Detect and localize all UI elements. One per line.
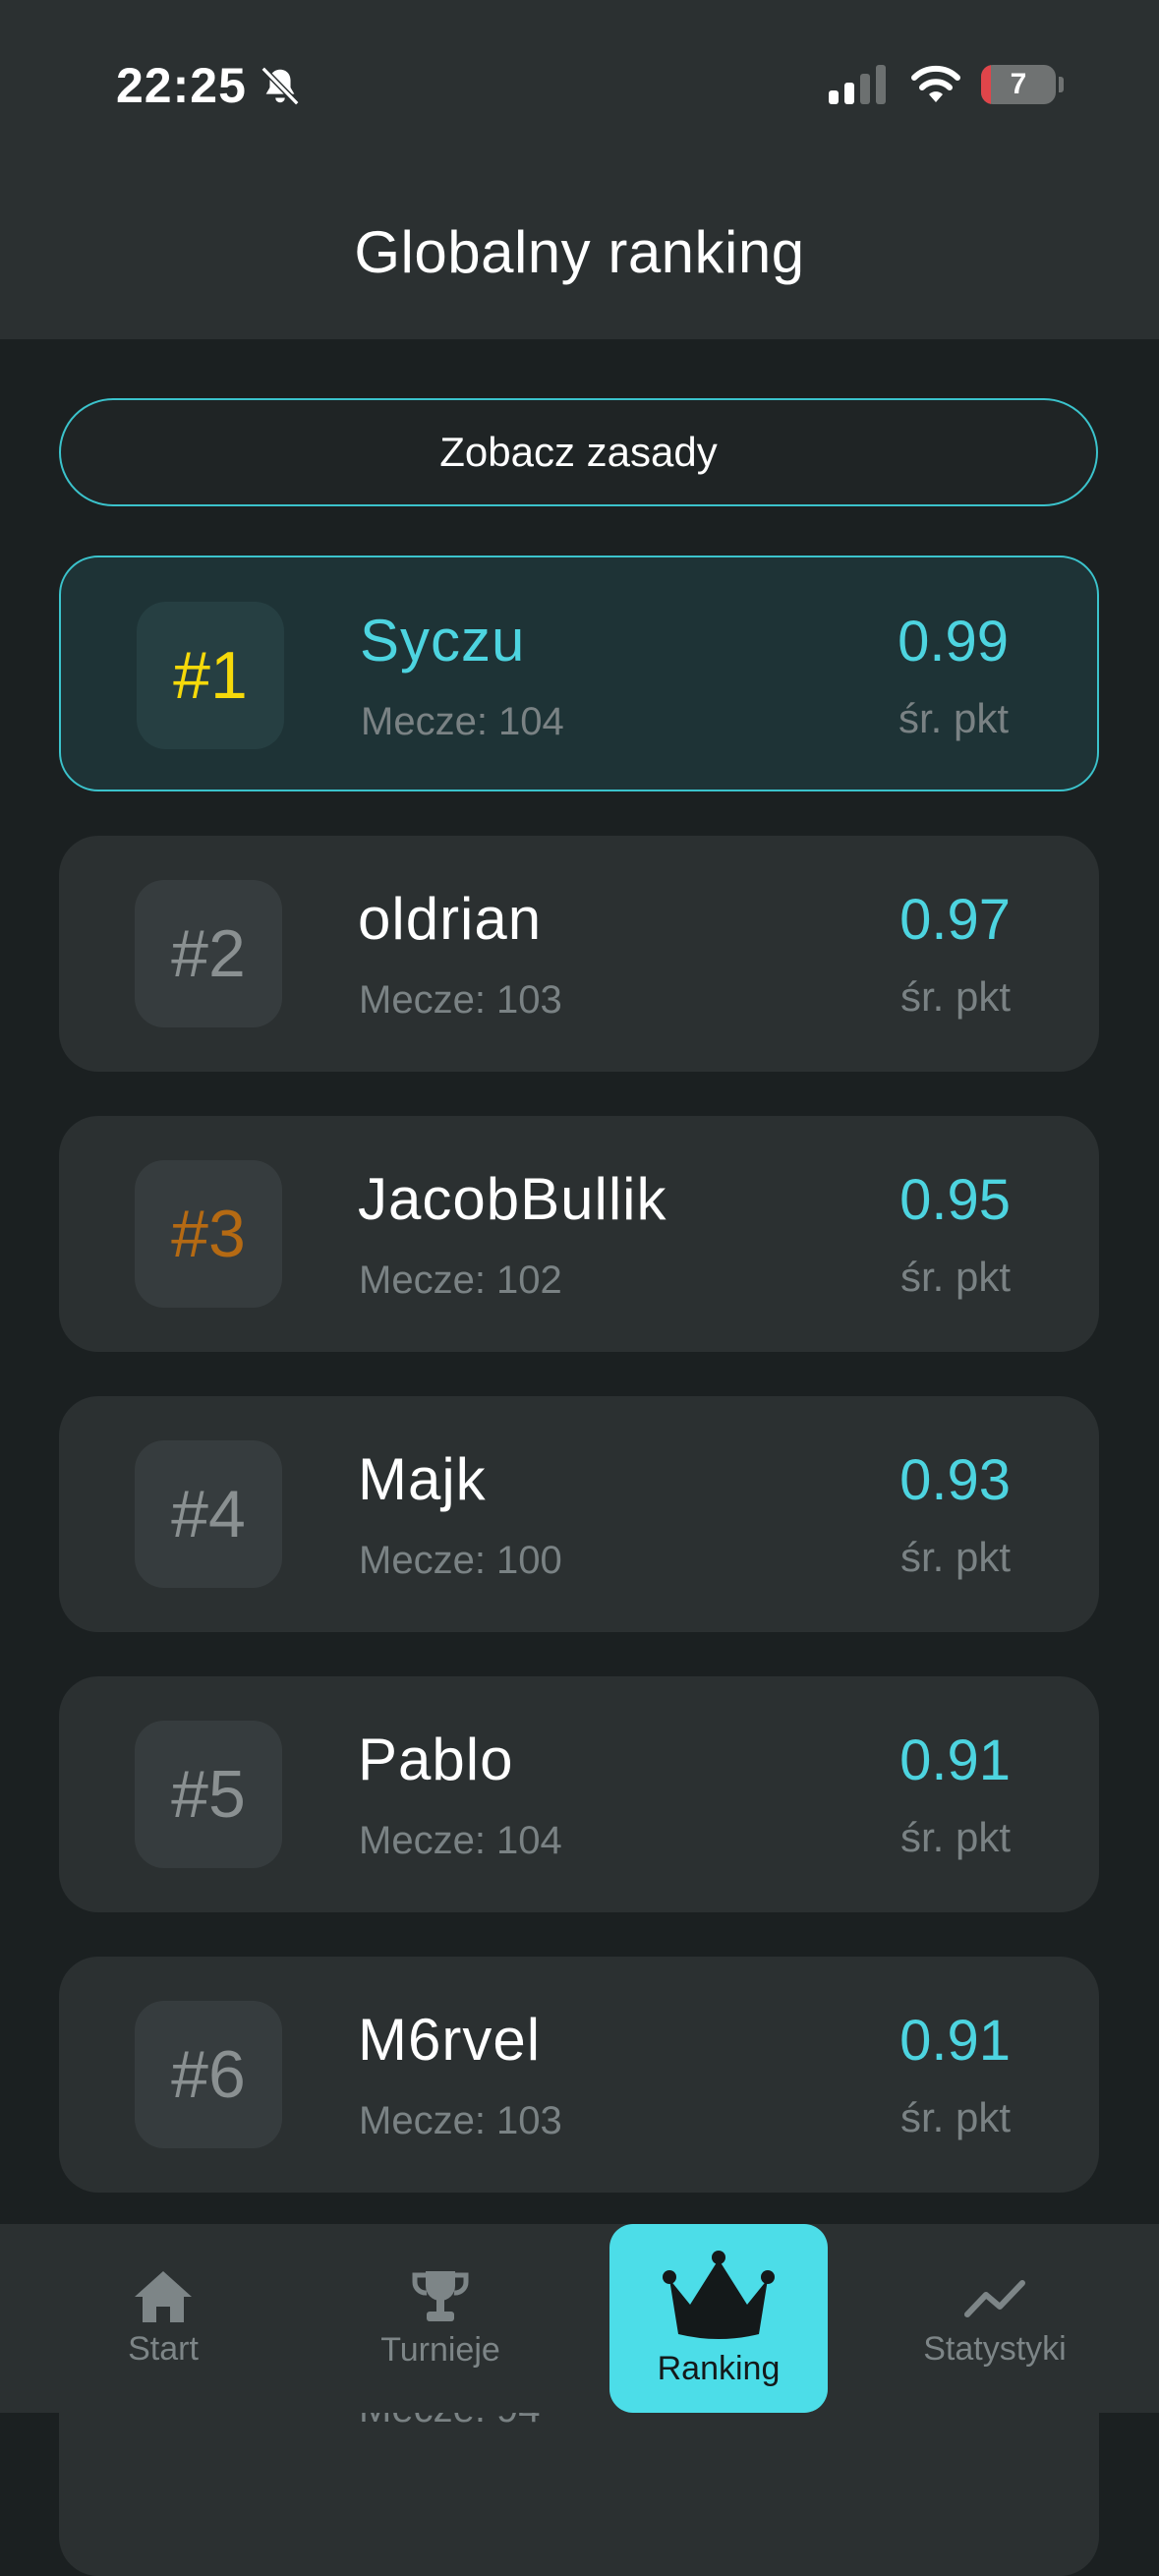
bell-slash-icon (261, 66, 300, 106)
score-label: śr. pkt (899, 1814, 1011, 1860)
score-label: śr. pkt (899, 973, 1011, 1020)
player-name: Pablo (358, 1727, 514, 1792)
nav-item-turnieje[interactable]: Turnieje (342, 2224, 539, 2413)
ranking-row[interactable]: #1 Syczu Mecze: 104 0.99 śr. pkt (59, 556, 1099, 791)
player-matches: Mecze: 103 (359, 2099, 562, 2142)
cellular-signal-icon (829, 65, 886, 104)
rank-badge: #5 (135, 1721, 282, 1868)
player-matches: Mecze: 104 (359, 1819, 562, 1862)
player-matches: Mecze: 104 (361, 700, 564, 743)
nav-item-statystyki[interactable]: Statystyki (897, 2224, 1093, 2413)
ranking-row[interactable]: #6 M6rvel Mecze: 103 0.91 śr. pkt (59, 1957, 1099, 2193)
player-name: JacobBullik (358, 1166, 667, 1232)
rank-badge: #2 (135, 880, 282, 1027)
score-value: 0.93 (899, 1448, 1011, 1512)
score-value: 0.97 (899, 888, 1011, 952)
player-name: Majk (358, 1446, 487, 1512)
battery-cap (1059, 77, 1064, 92)
wifi-icon (911, 65, 960, 102)
nav-label-ranking: Ranking (657, 2349, 781, 2387)
score-label: śr. pkt (899, 1254, 1011, 1300)
ranking-row[interactable]: #2 oldrian Mecze: 103 0.97 śr. pkt (59, 836, 1099, 1072)
battery-icon: 7 (981, 65, 1056, 104)
trophy-icon (412, 2270, 469, 2321)
score-label: śr. pkt (899, 2094, 1011, 2140)
bottom-nav: Start Turnieje Ranking Statystyki (0, 2224, 1159, 2413)
nav-label-statystyki: Statystyki (923, 2329, 1067, 2368)
score-label: śr. pkt (899, 1534, 1011, 1580)
nav-label-start: Start (128, 2329, 199, 2368)
trend-line-icon (964, 2279, 1025, 2317)
player-matches: Mecze: 102 (359, 1259, 562, 1302)
score-value: 0.95 (899, 1168, 1011, 1232)
battery-level: 7 (1010, 68, 1027, 100)
nav-label-turnieje: Turnieje (380, 2330, 500, 2369)
nav-item-ranking[interactable]: Ranking (609, 2224, 828, 2413)
crown-icon (663, 2250, 775, 2339)
home-icon (135, 2270, 192, 2322)
status-bar: 22:25 7 (0, 0, 1159, 147)
player-name: oldrian (358, 886, 543, 952)
score-value: 0.99 (898, 610, 1009, 673)
rank-badge: #6 (135, 2001, 282, 2148)
player-name: M6rvel (358, 2007, 542, 2073)
player-name: Syczu (360, 608, 526, 673)
player-matches: Mecze: 103 (359, 978, 562, 1022)
rank-badge: #3 (135, 1160, 282, 1308)
score-value: 0.91 (899, 2009, 1011, 2073)
rules-button[interactable]: Zobacz zasady (59, 398, 1098, 506)
score-value: 0.91 (899, 1728, 1011, 1792)
rank-badge: #1 (137, 602, 284, 749)
ranking-row[interactable]: #5 Pablo Mecze: 104 0.91 śr. pkt (59, 1676, 1099, 1912)
status-time: 22:25 (116, 58, 247, 113)
score-label: śr. pkt (898, 695, 1009, 741)
page-title: Globalny ranking (354, 219, 805, 285)
player-matches: Mecze: 100 (359, 1539, 562, 1582)
nav-item-start[interactable]: Start (65, 2224, 261, 2413)
ranking-row[interactable]: #4 Majk Mecze: 100 0.93 śr. pkt (59, 1396, 1099, 1632)
rank-badge: #4 (135, 1440, 282, 1588)
ranking-row[interactable]: #3 JacobBullik Mecze: 102 0.95 śr. pkt (59, 1116, 1099, 1352)
